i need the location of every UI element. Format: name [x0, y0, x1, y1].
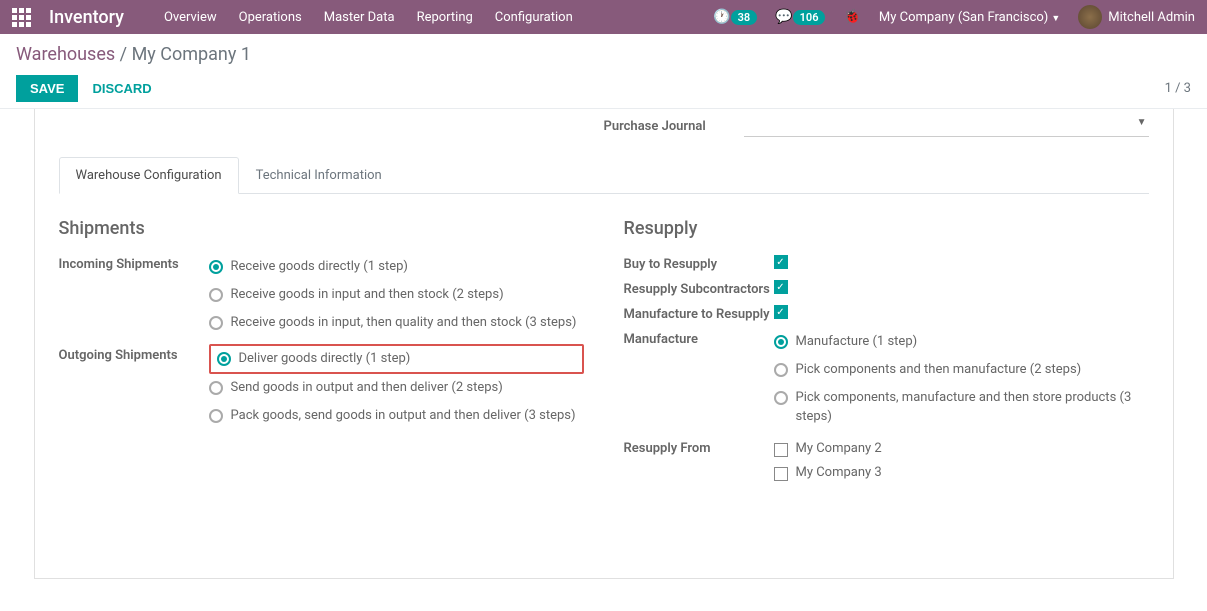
messages-icon[interactable]: 💬106 [775, 9, 825, 25]
apps-icon[interactable] [12, 8, 31, 27]
outgoing-label: Outgoing Shipments [59, 344, 209, 363]
radio-icon [209, 316, 223, 330]
resupply-from-label: Resupply From [624, 437, 774, 456]
menu-master-data[interactable]: Master Data [324, 10, 395, 25]
checkbox-icon [774, 443, 788, 457]
discard-button[interactable]: DISCARD [92, 81, 151, 96]
messages-badge: 106 [793, 10, 826, 25]
form-sheet: Purchase Journal ▼ Warehouse Configurati… [34, 109, 1174, 579]
mfg-to-resupply-checkbox[interactable]: ✓ [774, 305, 788, 319]
activities-icon[interactable]: 🕐38 [713, 9, 757, 25]
shipments-title: Shipments [59, 218, 584, 239]
incoming-label: Incoming Shipments [59, 253, 209, 272]
user-menu[interactable]: Mitchell Admin [1078, 5, 1195, 29]
outgoing-opt-1[interactable]: Deliver goods directly (1 step) [209, 344, 584, 374]
outgoing-opt-3[interactable]: Pack goods, send goods in output and the… [209, 402, 584, 430]
main-menu: Overview Operations Master Data Reportin… [164, 10, 713, 25]
incoming-opt-3[interactable]: Receive goods in input, then quality and… [209, 309, 584, 337]
buy-to-resupply-label: Buy to Resupply [624, 253, 774, 272]
checkbox-icon [774, 467, 788, 481]
buy-to-resupply-checkbox[interactable]: ✓ [774, 255, 788, 269]
resupply-title: Resupply [624, 218, 1149, 239]
app-brand[interactable]: Inventory [49, 7, 124, 28]
radio-icon [217, 352, 231, 366]
mfg-opt-3[interactable]: Pick components, manufacture and then st… [774, 384, 1149, 430]
debug-icon[interactable]: 🐞 [843, 9, 860, 25]
resupply-subcon-checkbox[interactable]: ✓ [774, 280, 788, 294]
purchase-journal-input[interactable]: ▼ [744, 115, 1149, 137]
resupply-from-opt-2[interactable]: My Company 3 [774, 461, 1149, 485]
tab-technical-info[interactable]: Technical Information [239, 157, 399, 193]
radio-icon [209, 260, 223, 274]
menu-reporting[interactable]: Reporting [417, 10, 473, 25]
breadcrumb-root[interactable]: Warehouses [16, 44, 115, 65]
radio-icon [774, 363, 788, 377]
menu-operations[interactable]: Operations [239, 10, 302, 25]
menu-overview[interactable]: Overview [164, 10, 217, 25]
tab-warehouse-config[interactable]: Warehouse Configuration [59, 157, 239, 194]
purchase-journal-label: Purchase Journal [604, 119, 744, 134]
mfg-to-resupply-label: Manufacture to Resupply [624, 303, 774, 322]
radio-icon [209, 381, 223, 395]
chevron-down-icon[interactable]: ▼ [1137, 117, 1147, 128]
menu-configuration[interactable]: Configuration [495, 10, 573, 25]
breadcrumb-bar: Warehouses / My Company 1 SAVE DISCARD 1… [0, 34, 1207, 109]
mfg-opt-2[interactable]: Pick components and then manufacture (2 … [774, 356, 1149, 384]
company-switcher[interactable]: My Company (San Francisco)▼ [879, 10, 1060, 25]
incoming-opt-1[interactable]: Receive goods directly (1 step) [209, 253, 584, 281]
radio-icon [209, 409, 223, 423]
tabs: Warehouse Configuration Technical Inform… [59, 157, 1149, 194]
avatar [1078, 5, 1102, 29]
manufacture-label: Manufacture [624, 328, 774, 347]
resupply-from-opt-1[interactable]: My Company 2 [774, 437, 1149, 461]
radio-icon [774, 391, 788, 405]
breadcrumb: Warehouses / My Company 1 [16, 44, 1191, 65]
activities-badge: 38 [731, 10, 758, 25]
pager[interactable]: 1 / 3 [1165, 81, 1191, 96]
incoming-opt-2[interactable]: Receive goods in input and then stock (2… [209, 281, 584, 309]
radio-icon [209, 288, 223, 302]
topbar: Inventory Overview Operations Master Dat… [0, 0, 1207, 34]
outgoing-opt-2[interactable]: Send goods in output and then deliver (2… [209, 374, 584, 402]
breadcrumb-current: My Company 1 [132, 44, 251, 65]
radio-icon [774, 335, 788, 349]
save-button[interactable]: SAVE [16, 75, 78, 102]
resupply-subcon-label: Resupply Subcontractors [624, 278, 774, 297]
mfg-opt-1[interactable]: Manufacture (1 step) [774, 328, 1149, 356]
